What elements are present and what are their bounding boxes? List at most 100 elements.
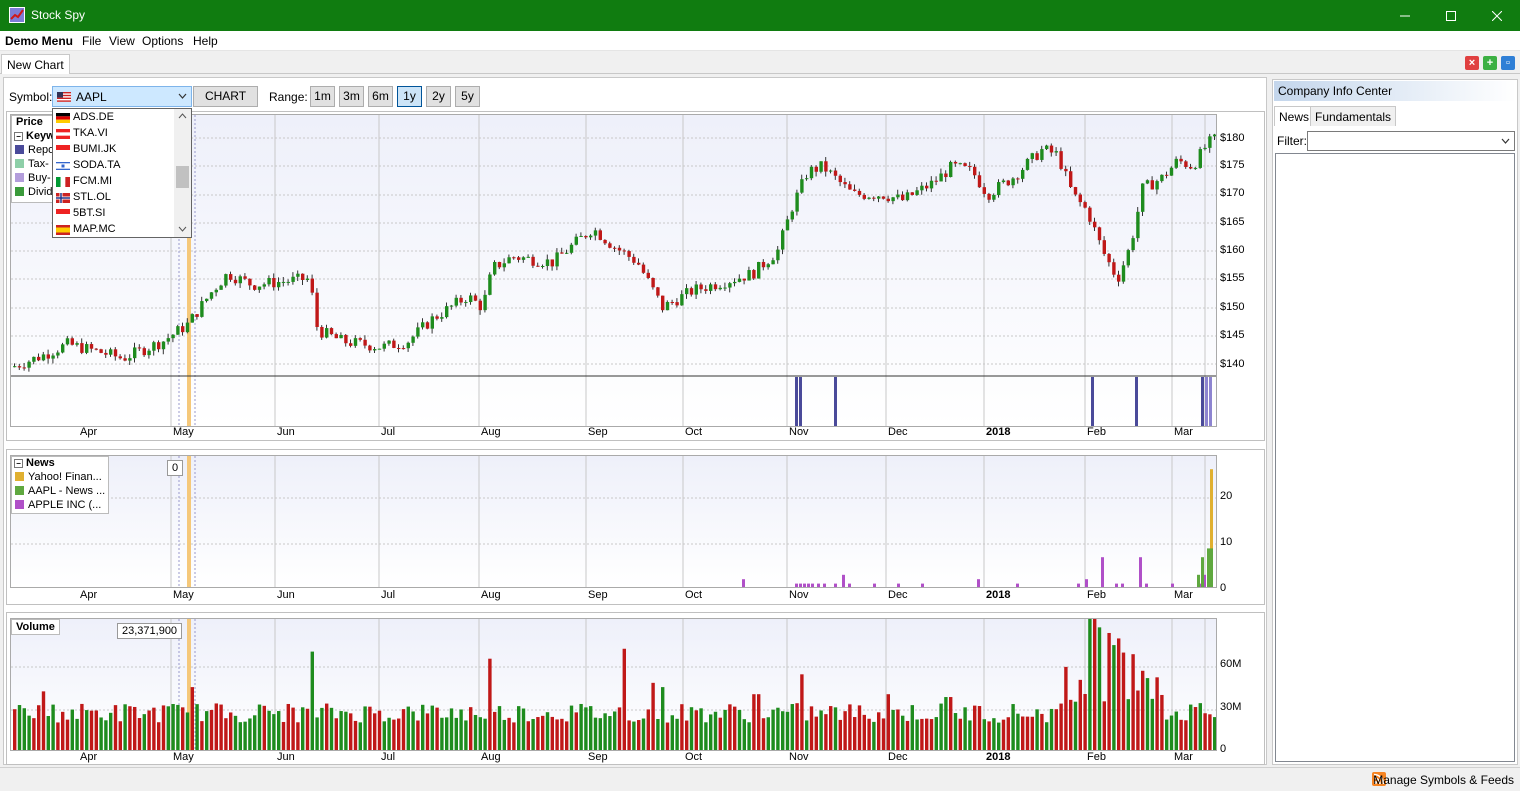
volume-bar <box>205 711 209 750</box>
price-candle <box>387 340 391 346</box>
month-tick-label: Jul <box>381 751 396 763</box>
price-candle <box>118 354 122 360</box>
at-flag-icon <box>56 129 70 139</box>
volume-bar <box>56 722 60 750</box>
month-tick-label: Oct <box>685 426 703 438</box>
volume-bar <box>190 687 194 750</box>
tab-fundamentals[interactable]: Fundamentals <box>1310 106 1397 126</box>
price-candle <box>920 182 924 195</box>
volume-bar <box>814 716 818 750</box>
collapse-icon[interactable]: − <box>14 132 23 141</box>
price-candle <box>224 273 228 288</box>
price-candle <box>1117 270 1121 287</box>
price-candle <box>507 254 511 264</box>
symbol-option-ads-de[interactable]: ADS.DE <box>53 110 175 126</box>
minimize-button[interactable] <box>1382 0 1428 31</box>
scroll-down-icon[interactable] <box>178 226 187 232</box>
volume-bar <box>248 718 252 750</box>
y-axis-tick-label: 60M <box>1220 658 1242 670</box>
volume-bar <box>632 721 636 750</box>
range-button-6m[interactable]: 6m <box>368 86 393 107</box>
volume-bar <box>473 714 478 750</box>
range-button-5y[interactable]: 5y <box>455 86 480 107</box>
volume-plot-area[interactable] <box>10 618 1217 751</box>
news-bar <box>1121 583 1124 587</box>
tab-news[interactable]: News <box>1274 106 1315 126</box>
volume-bar <box>37 705 41 750</box>
volume-bar <box>713 711 718 750</box>
detach-tab-icon[interactable]: ▫ <box>1501 56 1515 70</box>
menu-help[interactable]: Help <box>193 34 218 48</box>
news-plot-area[interactable] <box>10 455 1217 588</box>
range-button-1y[interactable]: 1y <box>397 86 422 107</box>
news-bar <box>1210 548 1213 587</box>
symbol-combobox[interactable]: AAPL <box>52 86 192 107</box>
news-filter-combobox[interactable] <box>1307 131 1515 151</box>
month-tick-label: May <box>173 426 194 438</box>
price-candle <box>440 312 444 322</box>
stock-spy-chart-icon <box>9 7 25 23</box>
legend-item[interactable]: APPLE INC (... <box>12 499 108 513</box>
volume-bar <box>680 704 684 750</box>
symbol-option-tka-vi[interactable]: TKA.VI <box>53 126 175 142</box>
volume-bar <box>992 718 996 750</box>
price-candle <box>1150 176 1154 190</box>
collapse-icon[interactable]: − <box>14 459 23 468</box>
month-tick-label: May <box>173 751 194 763</box>
volume-bar <box>757 694 761 750</box>
volume-bar <box>238 722 242 750</box>
price-candle <box>1001 178 1006 184</box>
chart-button[interactable]: CHART <box>193 86 258 107</box>
scrollbar-thumb[interactable] <box>176 166 189 188</box>
close-button[interactable] <box>1474 0 1520 31</box>
volume-bar <box>737 709 742 750</box>
price-candle <box>574 233 578 246</box>
price-candle <box>1107 253 1111 267</box>
symbol-option-soda-ta[interactable]: SODA.TA <box>53 158 175 174</box>
price-candle <box>392 338 396 349</box>
price-candle <box>512 256 516 260</box>
volume-bar <box>795 703 799 750</box>
manage-symbols-link[interactable]: Manage Symbols & Feeds <box>1373 773 1514 787</box>
price-candle <box>886 195 890 203</box>
menu-demo[interactable]: Demo Menu <box>5 34 73 48</box>
dropdown-scrollbar[interactable] <box>174 109 191 237</box>
price-candle <box>171 334 175 343</box>
symbol-dropdown-list[interactable]: ADS.DE TKA.VI BUMI.JK SODA.TA FCM.MI STL.OL 5B… <box>52 108 192 238</box>
symbol-option-bumi-jk[interactable]: BUMI.JK <box>53 142 175 158</box>
menu-options[interactable]: Options <box>142 34 183 48</box>
volume-bar <box>517 706 521 750</box>
price-candle <box>569 242 574 255</box>
price-candle <box>497 261 502 270</box>
add-tab-icon[interactable]: + <box>1483 56 1497 70</box>
price-candle <box>766 262 770 270</box>
volume-bar <box>128 706 132 750</box>
menu-view[interactable]: View <box>109 34 135 48</box>
price-candle <box>1093 217 1097 232</box>
legend-item[interactable]: AAPL - News ... <box>12 485 108 499</box>
menu-file[interactable]: File <box>82 34 101 48</box>
y-axis-tick-label: 20 <box>1220 490 1233 502</box>
symbol-option-fcm-mi[interactable]: FCM.MI <box>53 174 175 190</box>
price-candle <box>747 266 751 281</box>
price-candle <box>401 345 406 350</box>
month-tick-label: 2018 <box>986 751 1011 763</box>
symbol-option-map-mc[interactable]: MAP.MC <box>53 222 175 238</box>
news-list[interactable] <box>1275 153 1515 762</box>
symbol-option-stl-ol[interactable]: STL.OL <box>53 190 175 206</box>
price-candle <box>301 273 305 285</box>
maximize-button[interactable] <box>1428 0 1474 31</box>
scroll-up-icon[interactable] <box>178 113 187 119</box>
legend-item[interactable]: Yahoo! Finan... <box>12 471 108 485</box>
volume-bar <box>286 703 290 750</box>
range-button-3m[interactable]: 3m <box>339 86 364 107</box>
tab-new-chart[interactable]: New Chart <box>1 54 70 74</box>
close-tab-icon[interactable]: × <box>1465 56 1479 70</box>
id-flag-icon <box>56 145 70 155</box>
range-button-1m[interactable]: 1m <box>310 86 335 107</box>
symbol-option-5bt-si[interactable]: 5BT.SI <box>53 206 175 222</box>
range-button-2y[interactable]: 2y <box>426 86 451 107</box>
volume-bar <box>733 706 737 750</box>
volume-bar <box>137 718 142 750</box>
volume-bar <box>704 722 708 750</box>
